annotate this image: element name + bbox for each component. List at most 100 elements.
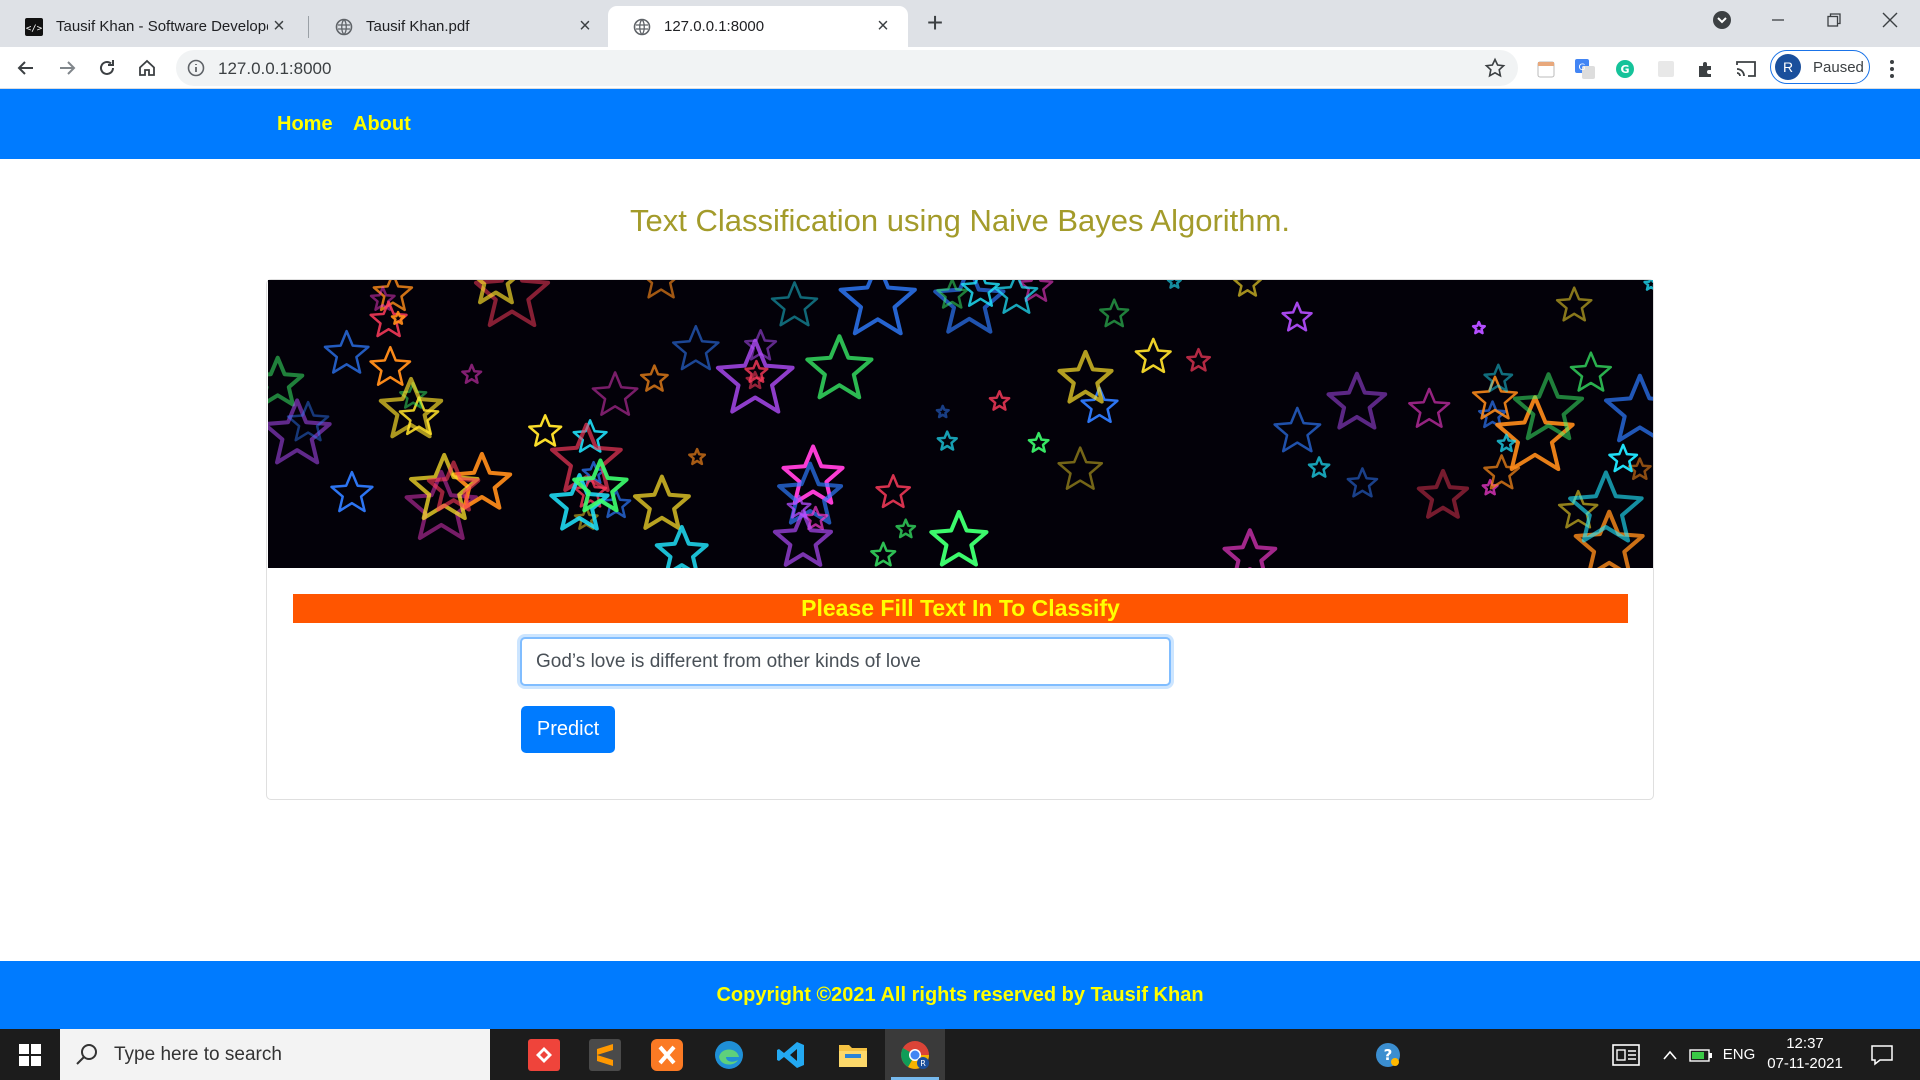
- translate-extension-icon[interactable]: G: [1574, 58, 1596, 80]
- neon-star-icon: [1222, 528, 1278, 568]
- stars-image: [268, 280, 1653, 568]
- svg-text:R: R: [920, 1059, 926, 1068]
- windows-start-icon[interactable]: [0, 1029, 60, 1080]
- neon-star-icon: [936, 430, 958, 451]
- neon-star-icon: [875, 474, 912, 509]
- clock-date: 07-11-2021: [1767, 1055, 1843, 1072]
- close-window-icon[interactable]: [1862, 0, 1918, 40]
- neon-star-icon: [1346, 467, 1379, 498]
- code-favicon-icon: </>: [24, 17, 44, 37]
- bookmark-star-icon[interactable]: [1484, 57, 1506, 79]
- svg-text:</>: </>: [26, 24, 43, 34]
- restore-icon[interactable]: [1806, 0, 1862, 40]
- site-navbar: Home About: [0, 89, 1920, 159]
- neon-star-icon: [1408, 387, 1451, 428]
- neon-star-icon: [654, 525, 709, 568]
- url-text: 127.0.0.1:8000: [218, 59, 332, 78]
- neon-star-icon: [935, 404, 950, 419]
- edge-icon[interactable]: [699, 1029, 759, 1080]
- battery-icon[interactable]: [1686, 1029, 1716, 1080]
- neon-star-icon: [1555, 286, 1593, 322]
- language-indicator[interactable]: ENG: [1719, 1029, 1759, 1080]
- svg-text:G: G: [1579, 63, 1586, 73]
- form-heading: Please Fill Text In To Classify: [293, 594, 1628, 623]
- tab-search-icon[interactable]: [1694, 0, 1750, 40]
- classify-text-input[interactable]: [520, 637, 1171, 686]
- neon-star-icon: [1512, 372, 1585, 441]
- tab-close-icon[interactable]: ×: [268, 15, 290, 38]
- tab-title: Tausif Khan - Software Developer: [56, 18, 268, 35]
- neon-star-icon: [805, 334, 874, 400]
- neon-star-icon: [1186, 347, 1212, 372]
- anydesk-icon[interactable]: [514, 1029, 574, 1080]
- tab-pdf[interactable]: Tausif Khan.pdf ×: [310, 6, 610, 47]
- neon-star-icon: [633, 474, 691, 530]
- xampp-icon[interactable]: [637, 1029, 697, 1080]
- chrome-taskbar-icon[interactable]: R: [885, 1029, 945, 1080]
- notifications-icon[interactable]: [1862, 1029, 1902, 1080]
- neon-star-icon: [1273, 406, 1322, 453]
- file-explorer-icon[interactable]: [823, 1029, 883, 1080]
- cast-icon[interactable]: [1735, 58, 1757, 80]
- search-placeholder: Type here to search: [114, 1043, 282, 1065]
- forward-icon[interactable]: [51, 52, 83, 84]
- predict-button[interactable]: Predict: [521, 706, 615, 753]
- neon-star-icon: [1569, 351, 1613, 392]
- address-bar[interactable]: 127.0.0.1:8000: [176, 50, 1518, 86]
- neon-star-icon: [369, 345, 412, 386]
- site-info-icon[interactable]: [187, 59, 205, 77]
- neon-star-icon: [770, 281, 819, 327]
- neon-star-icon: [268, 355, 305, 407]
- search-icon: [74, 1042, 100, 1068]
- tab-close-icon[interactable]: ×: [574, 15, 596, 38]
- site-footer: Copyright ©2021 All rights reserved by T…: [0, 961, 1920, 1029]
- calendar-extension-icon[interactable]: [1535, 58, 1557, 80]
- chevron-up-icon[interactable]: [1657, 1029, 1683, 1080]
- neon-star-icon: [646, 280, 676, 299]
- news-interests-icon[interactable]: [1608, 1029, 1644, 1080]
- neon-star-icon: [1166, 280, 1182, 289]
- neon-star-icon: [528, 414, 563, 447]
- neon-star-icon: [1057, 349, 1114, 404]
- neon-star-icon: [1604, 373, 1653, 443]
- neon-star-icon: [591, 371, 639, 416]
- tab-localhost[interactable]: 127.0.0.1:8000 ×: [608, 6, 908, 47]
- grammarly-icon[interactable]: G: [1614, 58, 1636, 80]
- neon-star-icon: [1281, 301, 1313, 332]
- nav-about-link[interactable]: About: [353, 113, 411, 136]
- neon-star-icon: [1027, 431, 1050, 453]
- globe-favicon-icon: [334, 17, 354, 37]
- tab-portfolio[interactable]: </> Tausif Khan - Software Developer ×: [0, 6, 304, 47]
- sublime-text-icon[interactable]: [575, 1029, 635, 1080]
- neon-star-icon: [1057, 446, 1104, 490]
- svg-text:G: G: [1620, 63, 1629, 76]
- profile-button[interactable]: R Paused: [1770, 50, 1870, 84]
- back-icon[interactable]: [10, 52, 42, 84]
- new-tab-icon[interactable]: +: [921, 7, 949, 38]
- nav-home-link[interactable]: Home: [277, 113, 333, 136]
- neon-star-icon: [323, 329, 370, 374]
- neon-star-icon: [1134, 337, 1172, 374]
- neon-star-icon: [1416, 468, 1470, 519]
- kebab-menu-icon[interactable]: [1882, 58, 1902, 80]
- taskbar-search[interactable]: Type here to search: [60, 1029, 490, 1080]
- minimize-icon[interactable]: [1750, 0, 1806, 40]
- browser-toolbar: 127.0.0.1:8000 G G R Paused: [0, 47, 1920, 89]
- reload-icon[interactable]: [91, 52, 123, 84]
- tab-strip: </> Tausif Khan - Software Developer × T…: [0, 0, 1920, 47]
- neon-star-icon: [1568, 470, 1644, 543]
- extension-placeholder-icon[interactable]: [1655, 58, 1677, 80]
- neon-star-icon: [671, 324, 720, 371]
- tab-close-icon[interactable]: ×: [872, 15, 894, 38]
- neon-star-icon: [1307, 456, 1331, 478]
- home-icon[interactable]: [131, 52, 163, 84]
- tab-divider: [308, 16, 309, 38]
- system-clock[interactable]: 12:37 07-11-2021: [1760, 1034, 1850, 1074]
- neon-star-icon: [1326, 371, 1388, 430]
- help-icon[interactable]: ?: [1370, 1029, 1406, 1080]
- vscode-icon[interactable]: [761, 1029, 821, 1080]
- windows-taskbar: Type here to search R ? ENG 12:37 07-11-…: [0, 1029, 1920, 1080]
- puzzle-extensions-icon[interactable]: [1695, 58, 1717, 80]
- neon-star-icon: [461, 363, 483, 384]
- tab-title: Tausif Khan.pdf: [366, 18, 470, 35]
